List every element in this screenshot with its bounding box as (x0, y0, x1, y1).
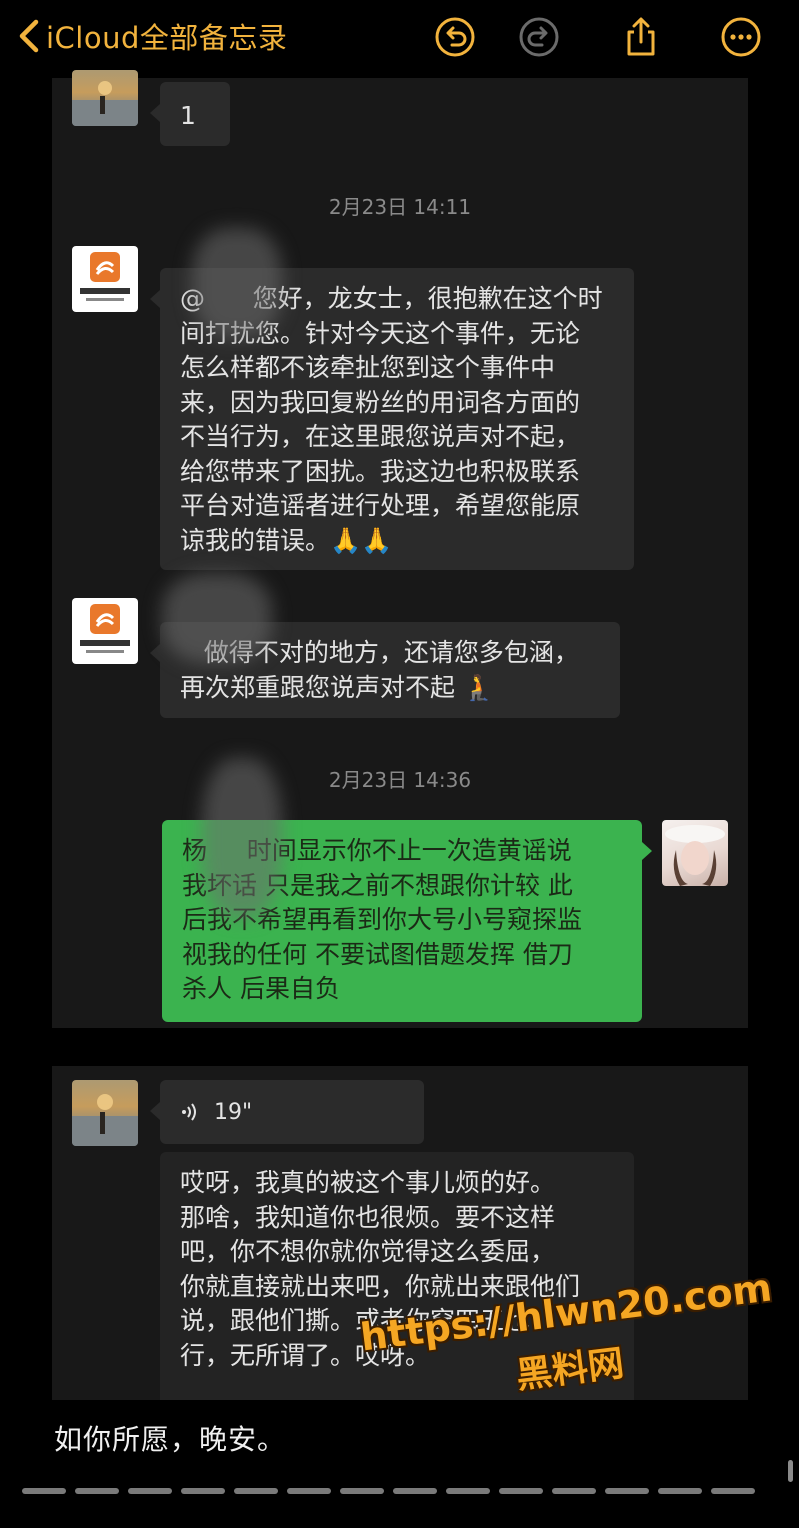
voice-duration: 19" (214, 1099, 253, 1125)
chat-screenshot-1: 1 2月23日 14:11 @ 您好，龙女士，很抱歉在这个时 间打扰您。针对今天… (52, 70, 748, 1028)
more-button[interactable] (720, 16, 762, 58)
avatar (72, 1080, 138, 1146)
share-icon (627, 17, 655, 56)
message-text: 1 (180, 101, 196, 130)
timestamp: 2月23日 14:11 (328, 195, 472, 219)
studio-avatar (72, 598, 138, 664)
scroll-indicator[interactable] (788, 1460, 793, 1482)
redo-icon (519, 17, 559, 57)
censor-smudge (162, 573, 272, 663)
censor-smudge (202, 758, 282, 918)
user-avatar (662, 820, 728, 886)
avatar (72, 70, 138, 126)
more-icon (721, 17, 761, 57)
note-text[interactable]: 如你所愿，晚安。 (54, 1418, 286, 1458)
studio-avatar (72, 246, 138, 312)
undo-button[interactable] (434, 16, 476, 58)
top-navigation-bar: iCloud全部备忘录 (0, 0, 799, 72)
undo-icon (435, 17, 475, 57)
censor-smudge (192, 228, 282, 338)
back-button[interactable]: iCloud全部备忘录 (18, 14, 287, 58)
back-label: iCloud全部备忘录 (46, 21, 288, 55)
voice-message[interactable]: 19" (150, 1080, 424, 1144)
chevron-left-icon (19, 19, 39, 53)
dashed-separator (22, 1488, 764, 1496)
watermark-name: 黑料网 (514, 1342, 627, 1397)
share-button[interactable] (620, 16, 662, 58)
message-bubble: 1 (150, 82, 230, 146)
redo-button[interactable] (518, 16, 560, 58)
timestamp: 2月23日 14:36 (328, 768, 472, 792)
voice-icon (182, 1103, 196, 1121)
